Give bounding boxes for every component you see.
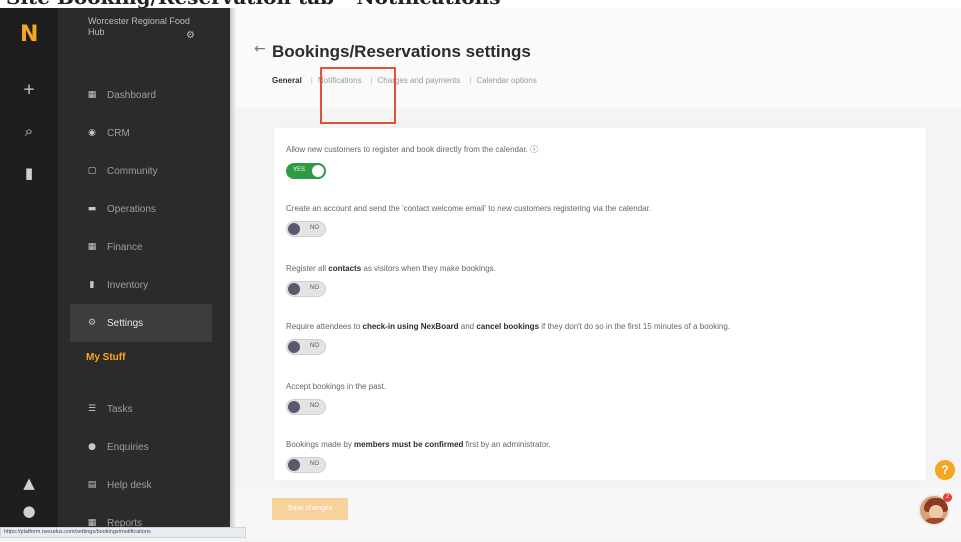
setting-members-confirmed: Bookings made by members must be confirm…: [286, 440, 551, 473]
dashboard-icon: ▦: [87, 90, 97, 100]
operations-icon: ▬: [87, 204, 97, 214]
setting-allow-register: Allow new customers to register and book…: [286, 144, 538, 179]
bell-icon[interactable]: ▲: [0, 474, 58, 492]
sidebar-item-enquiries[interactable]: ● Enquiries: [70, 428, 212, 466]
org-name[interactable]: Worcester Regional Food Hub: [88, 16, 198, 38]
setting-description: Bookings made by members must be confirm…: [286, 440, 551, 449]
settings-card: Allow new customers to register and book…: [274, 128, 926, 480]
help-desk-icon: ▤: [87, 480, 97, 490]
slide-title: Site Booking/Reservation tab - Notificat…: [0, 0, 961, 8]
bookmark-icon[interactable]: ▮: [0, 164, 58, 182]
toggle-state-label: NO: [310, 285, 319, 291]
enquiries-icon: ●: [88, 442, 96, 452]
notification-badge: 2: [943, 493, 952, 502]
setting-toggle[interactable]: NO: [286, 221, 326, 237]
community-icon: ▢: [87, 166, 97, 176]
sidebar-item-label: Finance: [107, 241, 143, 253]
sidebar-item-settings[interactable]: ⚙ Settings: [70, 304, 212, 342]
settings-icon: ⚙: [87, 318, 97, 328]
setting-description: Allow new customers to register and book…: [286, 145, 539, 154]
toggle-knob: [288, 459, 300, 471]
toggle-knob: [288, 341, 300, 353]
crm-icon: ◉: [88, 128, 96, 138]
sidebar-item-crm[interactable]: ◉ CRM: [70, 114, 212, 152]
tab-separator: |: [469, 76, 472, 85]
setting-description: Create an account and send the 'contact …: [286, 204, 652, 213]
tab-calendar-options[interactable]: Calendar options: [476, 76, 540, 85]
toggle-state-label: NO: [310, 461, 319, 467]
setting-toggle[interactable]: NO: [286, 457, 326, 473]
setting-create-account: Create an account and send the 'contact …: [286, 204, 651, 237]
toggle-knob: [288, 223, 300, 235]
sidebar-item-dashboard[interactable]: ▦ Dashboard: [70, 76, 212, 114]
status-bar-url: https://platform.nexudus.com/settings/bo…: [0, 527, 246, 538]
tab-general[interactable]: General: [272, 76, 306, 85]
sidebar: Worcester Regional Food Hub ⚙ ▦ Dashboar…: [58, 8, 230, 538]
user-icon[interactable]: ●: [0, 502, 58, 520]
sidebar-item-label: Tasks: [107, 403, 133, 415]
toggle-state-label: YES: [293, 167, 306, 173]
tasks-icon: ☰: [87, 404, 97, 414]
footer-bar: Save changes: [236, 488, 961, 538]
app-logo[interactable]: N: [20, 22, 38, 47]
sidebar-item-label: Inventory: [107, 279, 149, 291]
help-icon[interactable]: ?: [935, 460, 955, 480]
finance-icon: ▦: [87, 242, 97, 252]
sidebar-item-label: Enquiries: [107, 441, 149, 453]
plus-icon[interactable]: +: [0, 80, 58, 98]
inventory-icon: ▮: [89, 280, 95, 290]
sidebar-item-label: Operations: [107, 203, 156, 215]
setting-toggle[interactable]: YES: [286, 163, 326, 179]
sidebar-item-operations[interactable]: ▬ Operations: [70, 190, 212, 228]
tab-separator: |: [310, 76, 313, 85]
search-icon[interactable]: ⌕: [0, 122, 58, 140]
sidebar-item-tasks[interactable]: ☰ Tasks: [70, 390, 212, 428]
sidebar-item-community[interactable]: ▢ Community: [70, 152, 212, 190]
toggle-state-label: NO: [310, 225, 319, 231]
sidebar-item-label: Settings: [107, 317, 144, 329]
sidebar-item-finance[interactable]: ▦ Finance: [70, 228, 212, 266]
icon-rail: N + ⌕ ▮ ▲ ●: [0, 8, 58, 538]
setting-description: Require attendees to check-in using NexB…: [286, 322, 730, 331]
setting-require-checkin: Require attendees to check-in using NexB…: [286, 322, 730, 355]
section-label-my-stuff: My Stuff: [86, 352, 126, 363]
setting-toggle[interactable]: NO: [286, 339, 326, 355]
save-changes-button[interactable]: Save changes: [272, 498, 348, 520]
toggle-state-label: NO: [310, 343, 319, 349]
sidebar-item-label: Community: [107, 165, 158, 177]
sidebar-item-label: Dashboard: [107, 89, 156, 101]
toggle-knob: [288, 401, 300, 413]
setting-description: Register all contacts as visitors when t…: [286, 264, 496, 273]
sidebar-item-inventory[interactable]: ▮ Inventory: [70, 266, 212, 304]
setting-description: Accept bookings in the past.: [286, 382, 387, 391]
highlight-annotation-box: [320, 67, 396, 124]
toggle-knob: [288, 283, 300, 295]
page-title: Bookings/Reservations settings: [272, 42, 531, 61]
setting-toggle[interactable]: NO: [286, 281, 326, 297]
setting-register-contacts: Register all contacts as visitors when t…: [286, 264, 496, 297]
setting-accept-past-bookings: Accept bookings in the past. NO: [286, 382, 386, 415]
back-arrow-icon[interactable]: ←: [254, 41, 266, 57]
avatar-face: [929, 505, 943, 519]
settings-gear-icon[interactable]: ⚙: [186, 30, 195, 41]
sidebar-item-label: Help desk: [107, 479, 152, 491]
sidebar-item-label: CRM: [107, 127, 130, 139]
toggle-knob: [312, 165, 324, 177]
tab-bar: General | Notifications | Charges and pa…: [272, 76, 541, 85]
sidebar-item-help-desk[interactable]: ▤ Help desk: [70, 466, 212, 504]
setting-toggle[interactable]: NO: [286, 399, 326, 415]
toggle-state-label: NO: [310, 403, 319, 409]
